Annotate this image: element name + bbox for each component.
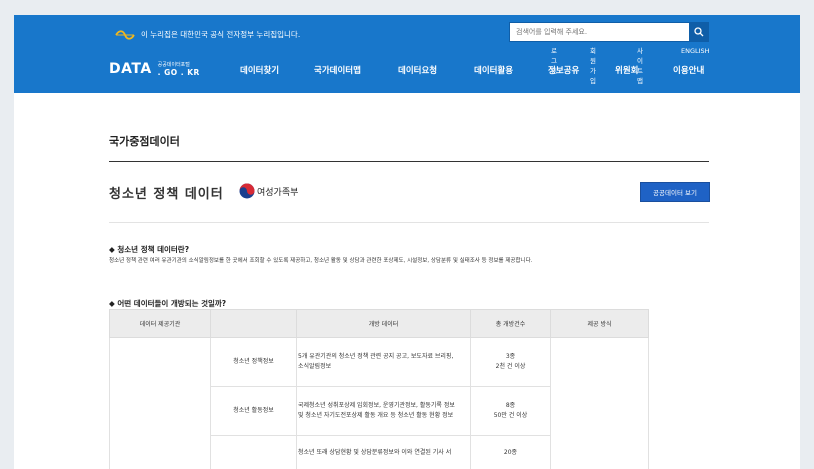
- logo-data-text: DATA: [109, 61, 152, 77]
- taegeuk-icon: [239, 183, 255, 199]
- section-divider: [109, 222, 709, 223]
- site-header: 이 누리집은 대한민국 공식 전자정부 누리집입니다. 로그인 회원가입 사이트…: [14, 15, 800, 93]
- header-category: [210, 309, 297, 338]
- logo-small-text: 공공데이터포털 . GO . KR: [158, 62, 200, 77]
- question-what-is-data: ◆ 청소년 정책 데이터란?: [109, 245, 190, 254]
- nav-guide[interactable]: 이용안내: [673, 65, 704, 77]
- count-types: 8종: [505, 402, 516, 409]
- count-cell: 3종 2천 건 이상: [470, 337, 551, 387]
- search-input[interactable]: [510, 23, 690, 41]
- sub-title: 청소년 정책 데이터: [109, 187, 224, 202]
- ministry-logo: 여성가족부: [239, 183, 298, 199]
- count-cell: 8종 50만 건 이상: [470, 386, 551, 436]
- description-line: 5개 유관기관의 청소년 정책 관련 공지 공고, 보도자료 브리핑,: [298, 353, 454, 360]
- open-data-table: 데이터 제공기관 개방 데이터 총 개방건수 제공 방식 청소년 정책정보 5개…: [109, 309, 649, 469]
- description-line: 소식알림정보: [298, 363, 332, 370]
- gov-symbol-icon: [115, 30, 135, 40]
- table-row: 청소년 정책정보 5개 유관기관의 청소년 정책 관련 공지 공고, 보도자료 …: [109, 337, 649, 469]
- question-description: 청소년 정책 관련 여러 유관기관의 소식알림정보를 한 곳에서 조회할 수 있…: [109, 258, 533, 264]
- page-frame: 이 누리집은 대한민국 공식 전자정부 누리집입니다. 로그인 회원가입 사이트…: [14, 15, 800, 469]
- description-line: 국제청소년 성취포상제 입회정보, 운영기관정보, 활동기록 정보: [298, 402, 455, 409]
- nav-data-use[interactable]: 데이터활용: [474, 65, 513, 77]
- provider-cell: [109, 337, 211, 469]
- category-cell: [210, 435, 297, 469]
- header-provider: 데이터 제공기관: [109, 309, 211, 338]
- english-link[interactable]: ENGLISH: [681, 46, 710, 56]
- site-logo[interactable]: DATA 공공데이터포털 . GO . KR: [109, 61, 200, 77]
- count-records: 50만 건 이상: [493, 412, 528, 419]
- nav-info-share[interactable]: 정보공유: [548, 65, 579, 77]
- count-types: 3종: [505, 353, 516, 360]
- header-method: 제공 방식: [550, 309, 649, 338]
- logo-small-bottom: . GO . KR: [157, 68, 200, 77]
- count-types: 20종: [503, 449, 518, 456]
- description-cell: 청소년 또래 상담현황 및 상담분류정보와 이와 연결된 기사 서: [296, 435, 471, 469]
- nav-find-data[interactable]: 데이터찾기: [240, 65, 279, 77]
- signup-link[interactable]: 회원가입: [590, 46, 596, 86]
- nav-national-data-map[interactable]: 국가데이터맵: [314, 65, 361, 77]
- category-cell: 청소년 활동정보: [210, 386, 297, 436]
- table-header-row: 데이터 제공기관 개방 데이터 총 개방건수 제공 방식: [109, 309, 649, 338]
- title-divider: [109, 161, 709, 162]
- view-public-data-button[interactable]: 공공데이터 보기: [640, 182, 710, 202]
- count-records: 2천 건 이상: [495, 363, 526, 370]
- nav-committee[interactable]: 위원회: [615, 65, 638, 77]
- nav-data-request[interactable]: 데이터요청: [398, 65, 437, 77]
- category-cell: 청소년 정책정보: [210, 337, 297, 387]
- method-cell: [550, 337, 649, 469]
- search-box: [509, 22, 709, 42]
- gov-notice-text: 이 누리집은 대한민국 공식 전자정부 누리집입니다.: [141, 30, 301, 39]
- header-open-data: 개방 데이터: [296, 309, 471, 338]
- search-button[interactable]: [689, 23, 708, 41]
- description-line: 청소년 또래 상담현황 및 상담분류정보와 이와 연결된 기사 서: [298, 449, 452, 456]
- search-icon: [693, 27, 703, 37]
- header-total-count: 총 개방건수: [470, 309, 551, 338]
- count-cell: 20종: [470, 435, 551, 469]
- description-line: 및 청소년 자기도전포상제 활동 개요 등 청소년 활동 현황 정보: [298, 412, 454, 419]
- description-cell: 5개 유관기관의 청소년 정책 관련 공지 공고, 보도자료 브리핑, 소식알림…: [296, 337, 471, 387]
- description-cell: 국제청소년 성취포상제 입회정보, 운영기관정보, 활동기록 정보 및 청소년 …: [296, 386, 471, 436]
- question-what-data-open: ◆ 어떤 데이터들이 개방되는 것일까?: [109, 299, 227, 308]
- page-title: 국가중점데이터: [109, 135, 180, 148]
- ministry-name: 여성가족부: [257, 187, 299, 198]
